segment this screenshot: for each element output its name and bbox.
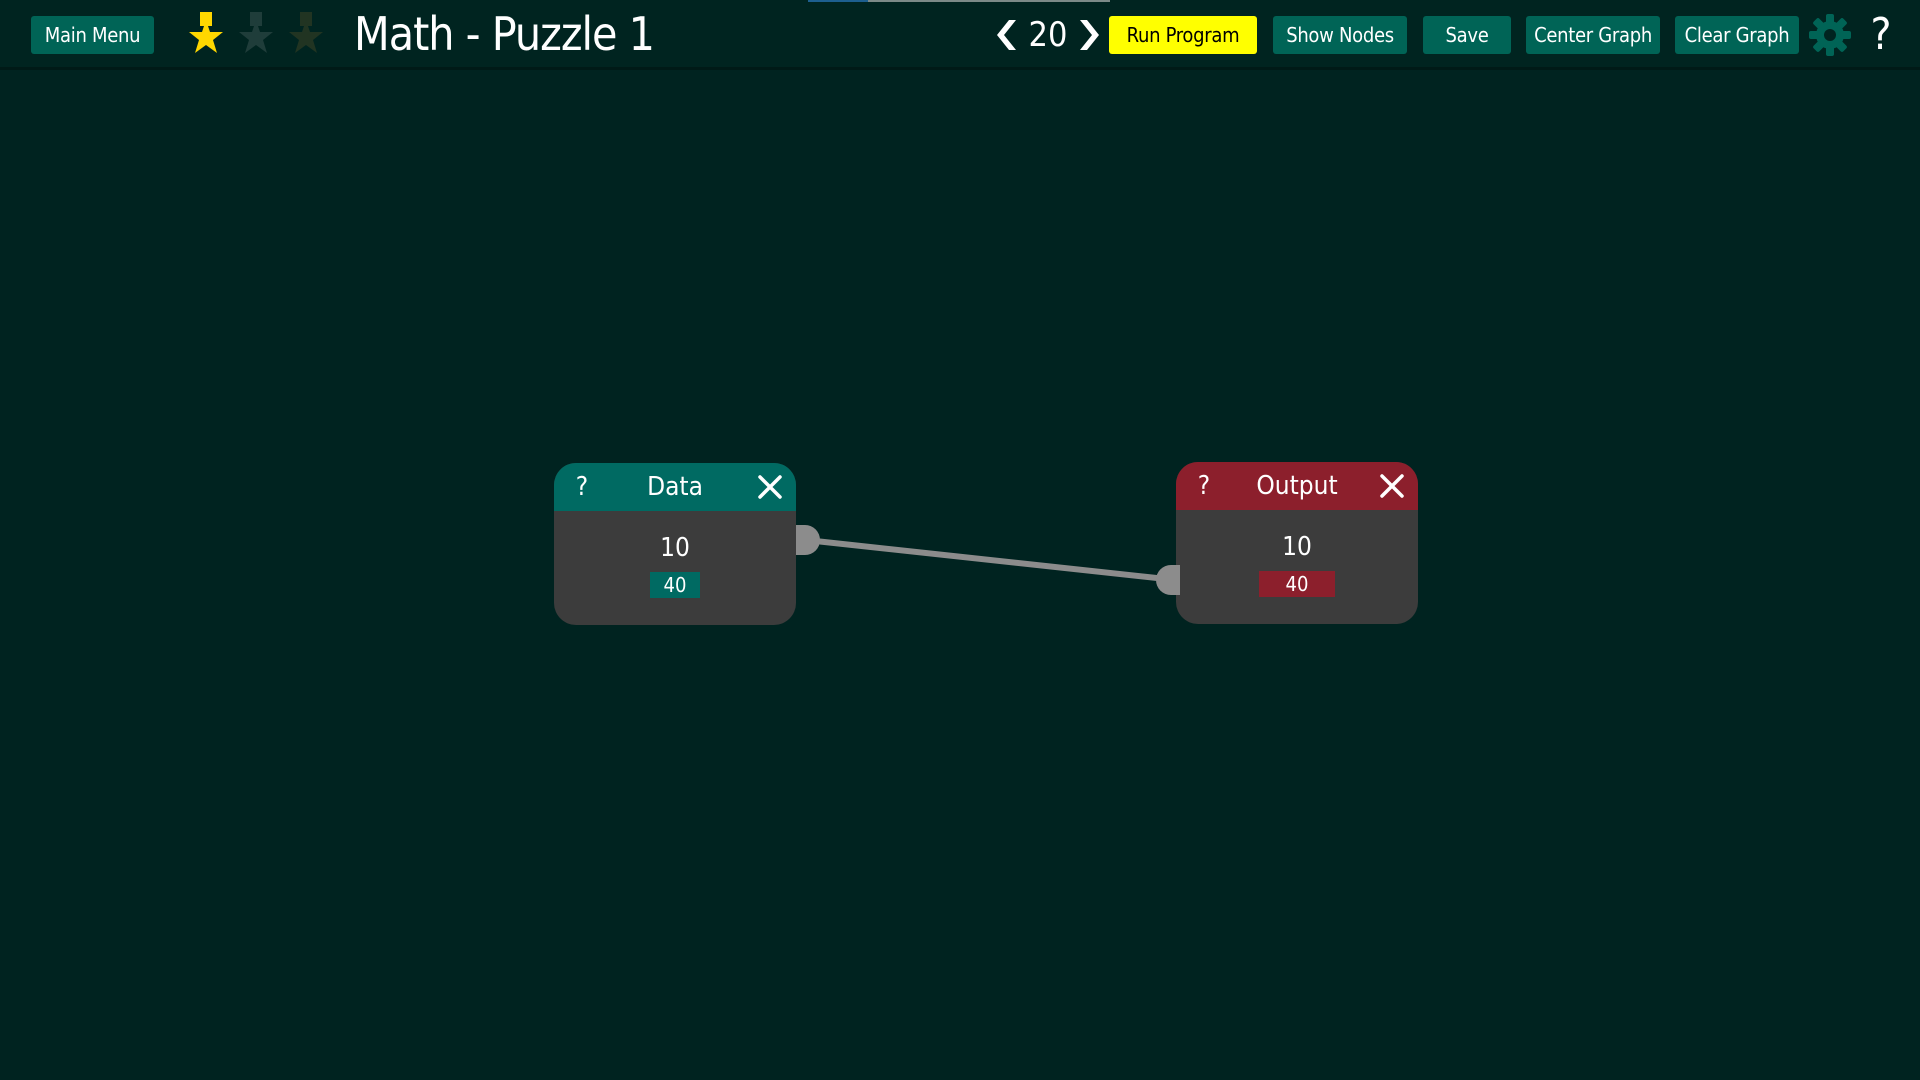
- data-node-title: Data: [647, 472, 703, 502]
- star-icon: [189, 12, 223, 53]
- run-program-button[interactable]: Run Program: [1109, 16, 1257, 54]
- data-node-header[interactable]: ? Data: [554, 463, 796, 511]
- chevron-left-icon[interactable]: [996, 18, 1022, 52]
- center-graph-button[interactable]: Center Graph: [1526, 16, 1660, 54]
- data-node-help-button[interactable]: ?: [568, 463, 596, 511]
- show-nodes-button[interactable]: Show Nodes: [1273, 16, 1407, 54]
- star-icon: [239, 12, 273, 53]
- close-icon[interactable]: [754, 471, 786, 503]
- output-node-value: 10: [1282, 532, 1312, 562]
- help-button[interactable]: ?: [1864, 10, 1898, 60]
- puzzle-title: Math - Puzzle 1: [354, 7, 655, 61]
- run-progress-fill: [808, 0, 869, 2]
- output-node[interactable]: ? Output 10 40: [1176, 462, 1418, 624]
- save-button[interactable]: Save: [1423, 16, 1511, 54]
- connection-wire: [803, 537, 1169, 582]
- output-node-help-button[interactable]: ?: [1190, 462, 1218, 510]
- clear-graph-button[interactable]: Clear Graph: [1675, 16, 1799, 54]
- run-progress-bar: [808, 0, 1110, 2]
- gear-icon[interactable]: [1808, 13, 1852, 57]
- close-icon[interactable]: [1376, 470, 1408, 502]
- chevron-right-icon[interactable]: [1074, 18, 1100, 52]
- output-node-header[interactable]: ? Output: [1176, 462, 1418, 510]
- output-node-title: Output: [1256, 471, 1338, 501]
- output-input-port[interactable]: [1156, 565, 1180, 595]
- top-toolbar: Main Menu Math - Puzzle 1 20 Run Program: [0, 0, 1920, 70]
- data-node-badge: 40: [650, 572, 700, 598]
- data-node[interactable]: ? Data 10 40: [554, 463, 796, 625]
- graph-canvas[interactable]: ? Data 10 40 ? Output 10 40: [0, 70, 1920, 1080]
- star-icon: [289, 12, 323, 53]
- output-node-badge: 40: [1259, 571, 1335, 597]
- data-node-value: 10: [660, 533, 690, 563]
- game-screen: Main Menu Math - Puzzle 1 20 Run Program: [0, 0, 1920, 1080]
- speed-value: 20: [1028, 15, 1068, 55]
- main-menu-button[interactable]: Main Menu: [31, 16, 154, 54]
